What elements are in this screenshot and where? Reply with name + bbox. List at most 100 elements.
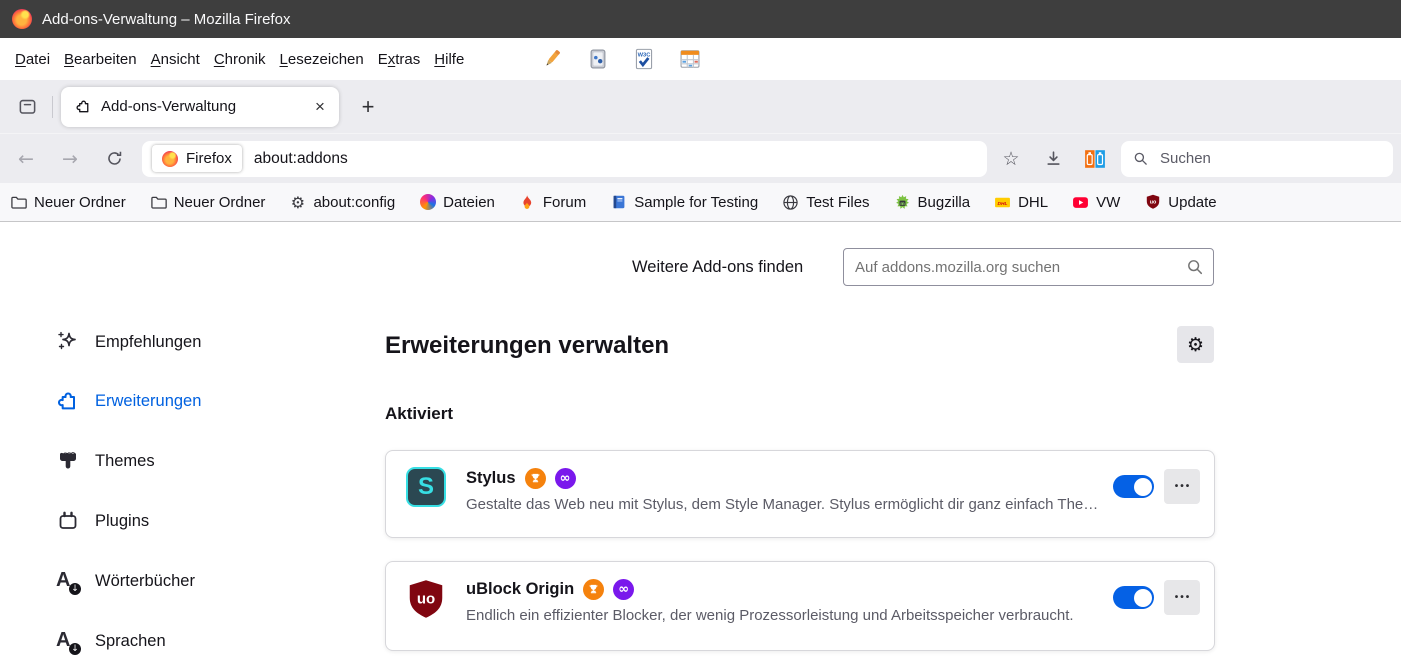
download-icon	[1045, 150, 1062, 167]
youtube-icon	[1072, 194, 1089, 211]
new-tab-button[interactable]: +	[351, 90, 385, 124]
sidebar-item-label: Empfehlungen	[95, 333, 201, 352]
reload-button[interactable]	[96, 142, 132, 176]
bookmarks-toolbar: Neuer Ordner Neuer Ordner ⚙ about:config…	[0, 183, 1401, 222]
w3c-check-icon[interactable]: W3C	[633, 48, 655, 70]
firefox-view-button[interactable]	[10, 90, 44, 124]
bookmark-dateien[interactable]: Dateien	[419, 194, 495, 211]
bookmark-forum[interactable]: Forum	[519, 194, 586, 211]
menu-extras[interactable]: Extras	[371, 47, 428, 72]
navigation-toolbar: ← → Firefox about:addons ☆	[0, 133, 1401, 183]
site-identity-chip[interactable]: Firefox	[152, 145, 242, 172]
url-text: about:addons	[254, 150, 348, 168]
menu-chronik[interactable]: Chronik	[207, 47, 273, 72]
tab-title: Add-ons-Verwaltung	[101, 98, 298, 115]
svg-text:uo: uo	[417, 591, 435, 608]
bookmark-star-button[interactable]: ☆	[993, 141, 1029, 177]
globe-icon	[782, 194, 799, 211]
firefox-swirl-icon	[419, 194, 436, 211]
addon-enable-toggle[interactable]	[1113, 586, 1154, 609]
search-icon[interactable]	[1186, 258, 1204, 276]
bookmark-folder-1[interactable]: Neuer Ordner	[10, 194, 126, 211]
sidebar-item-themes[interactable]: Themes	[0, 437, 340, 485]
tab-addons-manager[interactable]: Add-ons-Verwaltung ×	[61, 87, 339, 127]
forward-button[interactable]: →	[52, 142, 88, 176]
bug-icon: m	[894, 194, 911, 211]
sidebar-item-label: Sprachen	[95, 632, 166, 651]
firefox-logo-icon	[162, 151, 178, 167]
page-title: Erweiterungen verwalten	[385, 328, 669, 364]
sidebar-item-empfehlungen[interactable]: Empfehlungen	[0, 318, 340, 366]
clipboard-icon[interactable]	[587, 48, 609, 70]
toolbar-search-input[interactable]	[1158, 149, 1393, 168]
menu-bearbeiten[interactable]: Bearbeiten	[57, 47, 144, 72]
firefox-view-icon	[18, 97, 37, 116]
batteries-extension-button[interactable]	[1077, 141, 1113, 177]
sidebar-item-label: Themes	[95, 452, 155, 471]
svg-text:W3C: W3C	[638, 52, 651, 58]
trophy-badge-icon	[525, 468, 546, 489]
sidebar-item-label: Erweiterungen	[95, 392, 201, 411]
paintbrush-icon	[56, 449, 80, 473]
pencil-icon[interactable]	[541, 48, 563, 70]
amo-search-field	[843, 248, 1214, 286]
bookmark-test-files[interactable]: Test Files	[782, 194, 869, 211]
sidebar-item-plugins[interactable]: Plugins	[0, 497, 340, 545]
dictionary-download-icon: A↓	[56, 569, 80, 593]
bookmark-update[interactable]: uo Update	[1144, 194, 1216, 211]
addon-enable-toggle[interactable]	[1113, 475, 1154, 498]
puzzle-icon	[56, 389, 80, 413]
bookmark-folder-2[interactable]: Neuer Ordner	[150, 194, 266, 211]
menu-lesezeichen[interactable]: Lesezeichen	[273, 47, 371, 72]
addon-name: Stylus	[466, 469, 516, 488]
sidebar-item-label: Plugins	[95, 512, 149, 531]
bookmark-bugzilla[interactable]: m Bugzilla	[894, 194, 971, 211]
bookmark-vw[interactable]: VW	[1072, 194, 1120, 211]
gear-icon: ⚙	[289, 194, 306, 211]
back-button[interactable]: ←	[8, 142, 44, 176]
ublock-addon-icon: uo	[406, 578, 446, 620]
downloads-button[interactable]	[1035, 141, 1071, 177]
sidebar-item-erweiterungen[interactable]: Erweiterungen	[0, 377, 340, 425]
bookmark-dhl[interactable]: DHL DHL	[994, 194, 1048, 211]
dictionary-download-icon: A↓	[56, 629, 80, 653]
addon-more-options-button[interactable]: •••	[1164, 580, 1200, 615]
menu-bar: Datei Bearbeiten Ansicht Chronik Lesezei…	[0, 38, 1401, 80]
url-bar[interactable]: Firefox about:addons	[142, 141, 987, 177]
amo-search-input[interactable]	[843, 248, 1214, 286]
toolbar-search-field[interactable]	[1121, 141, 1393, 177]
bookmark-about-config[interactable]: ⚙ about:config	[289, 194, 395, 211]
menu-ansicht[interactable]: Ansicht	[144, 47, 207, 72]
sidebar-item-sprachen[interactable]: A↓ Sprachen	[0, 617, 340, 665]
folder-icon	[150, 194, 167, 211]
addon-card-stylus[interactable]: S Stylus ∞ Gestalte das Web neu mit Styl…	[385, 450, 1215, 538]
private-browsing-badge-icon: ∞	[613, 579, 634, 600]
book-icon	[610, 194, 627, 211]
addon-card-ublock-origin[interactable]: uo uBlock Origin ∞ Endlich ein effizient…	[385, 561, 1215, 651]
folder-icon	[10, 194, 27, 211]
stylus-addon-icon: S	[406, 467, 446, 509]
private-browsing-badge-icon: ∞	[555, 468, 576, 489]
sparkle-icon	[56, 330, 80, 354]
dhl-icon: DHL	[994, 194, 1011, 211]
trophy-badge-icon	[583, 579, 604, 600]
addon-more-options-button[interactable]: •••	[1164, 469, 1200, 504]
svg-text:m: m	[900, 201, 904, 206]
bookmark-sample-for-testing[interactable]: Sample for Testing	[610, 194, 758, 211]
firefox-logo-icon	[12, 9, 32, 29]
menu-datei[interactable]: Datei	[8, 47, 57, 72]
identity-label: Firefox	[186, 150, 232, 167]
svg-text:uo: uo	[1149, 200, 1156, 206]
settings-gear-button[interactable]: ⚙	[1177, 326, 1214, 363]
sidebar-item-woerterbuecher[interactable]: A↓ Wörterbücher	[0, 557, 340, 605]
svg-text:DHL: DHL	[998, 201, 1008, 207]
ublock-shield-icon: uo	[1144, 194, 1161, 211]
find-addons-label: Weitere Add-ons finden	[632, 248, 803, 286]
table-icon[interactable]	[679, 48, 701, 70]
menu-hilfe[interactable]: Hilfe	[427, 47, 471, 72]
addon-description: Gestalte das Web neu mit Stylus, dem Sty…	[466, 496, 1113, 513]
flame-icon	[519, 194, 536, 211]
tab-close-button[interactable]: ×	[307, 94, 333, 120]
batteries-extension-icon	[1084, 148, 1106, 170]
addons-manager-page: Weitere Add-ons finden Empfehlungen Erwe…	[0, 222, 1401, 667]
